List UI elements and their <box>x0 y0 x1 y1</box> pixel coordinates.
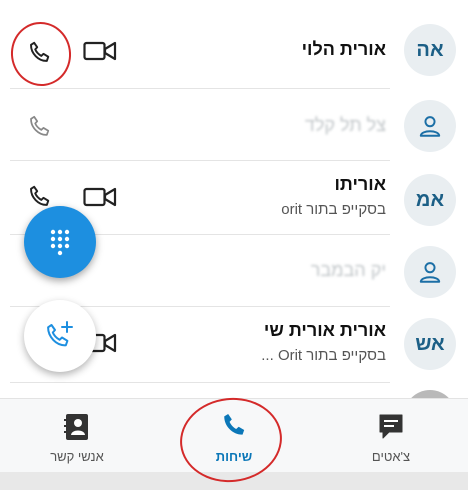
nav-chats-label: צ'אטים <box>371 449 411 464</box>
contact-skype-id: בסקייפ בתור Orit ... <box>261 347 386 364</box>
nav-contacts[interactable]: אנשי קשר <box>22 399 132 473</box>
dialpad-icon <box>50 229 70 256</box>
nav-contacts-label: אנשי קשר <box>50 449 104 464</box>
chat-bubble-icon <box>379 414 403 439</box>
contact-name: יק הבמבר <box>310 260 386 280</box>
add-call-icon <box>47 321 73 347</box>
contact-row[interactable]: צל תל קלד <box>0 88 468 164</box>
contacts-book-icon <box>64 414 88 440</box>
avatar <box>404 100 456 152</box>
contact-name: אורית הלוי <box>301 39 386 59</box>
person-icon <box>419 262 441 283</box>
contact-skype-id: בסקייפ בתור orit <box>281 201 386 218</box>
video-call-icon[interactable] <box>82 184 118 210</box>
dialpad-button[interactable] <box>24 206 96 278</box>
avatar: אש <box>404 318 456 370</box>
nav-chats[interactable]: צ'אטים <box>336 399 446 473</box>
avatar <box>404 390 456 398</box>
avatar: אמ <box>404 174 456 226</box>
avatar <box>404 246 456 298</box>
contact-name: אוריתו <box>334 174 386 194</box>
phone-call-icon[interactable] <box>24 110 56 142</box>
row-divider <box>10 382 390 383</box>
person-icon <box>419 116 441 137</box>
new-call-button[interactable] <box>24 300 96 372</box>
contact-name: צל תל קלד <box>304 115 386 135</box>
video-call-icon[interactable] <box>82 38 118 64</box>
contact-name: אורית אורית שי <box>263 320 386 340</box>
avatar: אה <box>404 24 456 76</box>
